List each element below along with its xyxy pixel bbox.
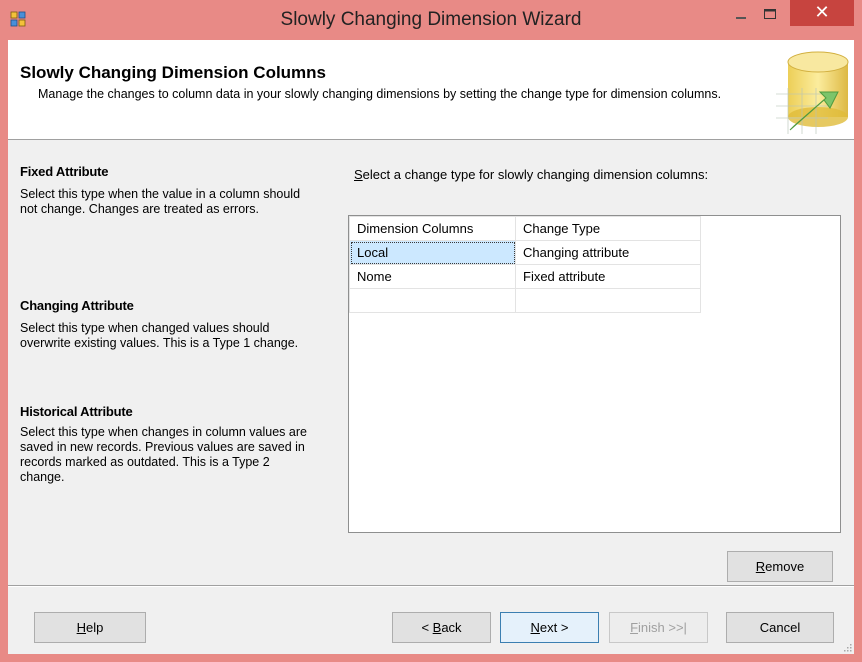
wizard-header-graphic bbox=[776, 51, 849, 134]
minimize-icon[interactable] bbox=[728, 4, 754, 26]
change-type-help-panel: Fixed Attribute Select this type when th… bbox=[20, 160, 310, 484]
remove-label: emove bbox=[765, 559, 805, 574]
next-button[interactable]: Next > bbox=[500, 612, 599, 643]
help-label: elp bbox=[86, 620, 104, 635]
wizard-window: Slowly Changing Dimension Wizard ✕ Slowl… bbox=[0, 0, 862, 662]
grid-prompt-label: Select a change type for slowly changing… bbox=[354, 167, 708, 182]
grid-prompt-text: elect a change type for slowly changing … bbox=[362, 167, 709, 182]
help-section-title: Historical Attribute bbox=[20, 404, 133, 419]
footer-separator bbox=[8, 585, 854, 587]
change-type-cell[interactable]: Fixed attribute bbox=[515, 264, 701, 289]
remove-mnemonic: R bbox=[755, 559, 766, 574]
help-section-changing: Changing Attribute Select this type when… bbox=[20, 298, 310, 351]
change-type-cell[interactable]: Changing attribute bbox=[515, 240, 701, 265]
table-row[interactable]: Nome Fixed attribute bbox=[349, 264, 701, 289]
table-row-new[interactable] bbox=[349, 288, 701, 313]
table-row[interactable]: Local Changing attribute bbox=[349, 240, 701, 265]
back-label: ack bbox=[441, 620, 462, 635]
finish-mnemonic: F bbox=[630, 620, 639, 635]
wizard-header: Slowly Changing Dimension Columns Manage… bbox=[8, 40, 854, 140]
help-section-description: Select this type when changes in column … bbox=[20, 425, 307, 484]
page-description: Manage the changes to column data in you… bbox=[38, 87, 722, 101]
column-header-change-type[interactable]: Change Type bbox=[515, 216, 701, 241]
help-section-historical: Historical Attribute Select this type wh… bbox=[20, 404, 310, 485]
finish-button[interactable]: Finish >>| bbox=[609, 612, 708, 643]
help-section-description: Select this type when changed values sho… bbox=[20, 321, 299, 350]
dimension-columns-table: Dimension Columns Change Type Local Chan… bbox=[349, 216, 701, 313]
grid-prompt-mnemonic: S bbox=[354, 167, 363, 182]
maximize-icon[interactable] bbox=[757, 4, 783, 26]
close-icon: ✕ bbox=[814, 2, 830, 22]
column-header-dimension-columns[interactable]: Dimension Columns bbox=[349, 216, 516, 241]
remove-button[interactable]: Remove bbox=[727, 551, 833, 582]
help-mnemonic: H bbox=[76, 620, 87, 635]
dialog-client-area: Slowly Changing Dimension Columns Manage… bbox=[8, 40, 854, 654]
back-button[interactable]: < Back bbox=[392, 612, 491, 643]
cancel-button[interactable]: Cancel bbox=[726, 612, 834, 643]
finish-label: inish >>| bbox=[638, 620, 687, 635]
page-title: Slowly Changing Dimension Columns bbox=[20, 63, 327, 82]
dimension-column-cell[interactable]: Local bbox=[349, 240, 516, 265]
dimension-column-cell[interactable] bbox=[349, 288, 516, 313]
back-prefix: < bbox=[421, 620, 433, 635]
next-mnemonic: N bbox=[530, 620, 540, 635]
help-section-fixed: Fixed Attribute Select this type when th… bbox=[20, 164, 310, 217]
grid-header-row: Dimension Columns Change Type bbox=[349, 216, 701, 241]
help-section-title: Changing Attribute bbox=[20, 298, 134, 313]
next-label: ext > bbox=[539, 620, 569, 635]
change-type-cell[interactable] bbox=[515, 288, 701, 313]
help-section-title: Fixed Attribute bbox=[20, 164, 109, 179]
help-section-description: Select this type when the value in a col… bbox=[20, 187, 301, 216]
close-button[interactable]: ✕ bbox=[790, 0, 854, 26]
help-button[interactable]: Help bbox=[34, 612, 146, 643]
dimension-column-cell[interactable]: Nome bbox=[349, 264, 516, 289]
title-bar[interactable]: Slowly Changing Dimension Wizard ✕ bbox=[0, 0, 862, 40]
resize-grip-icon[interactable] bbox=[842, 642, 852, 652]
dimension-columns-grid[interactable]: Dimension Columns Change Type Local Chan… bbox=[348, 215, 841, 533]
